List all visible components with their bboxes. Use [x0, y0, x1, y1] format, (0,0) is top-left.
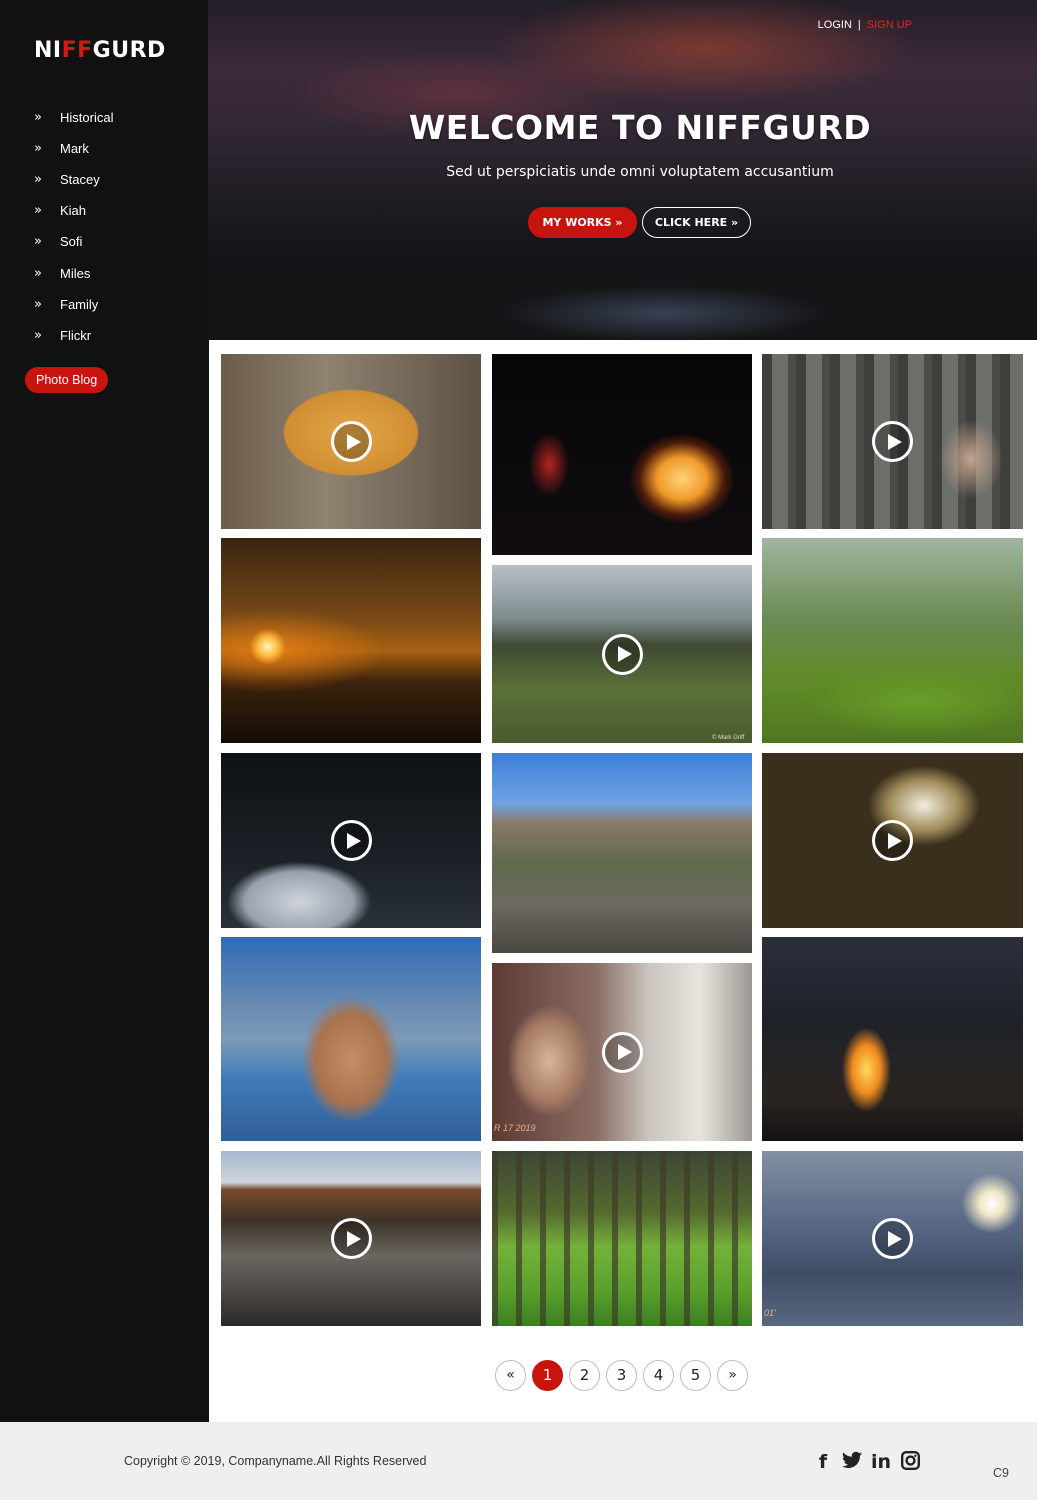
pagination-page-2[interactable]: 2: [569, 1360, 600, 1391]
logo-text-accent: FF: [61, 38, 93, 63]
double-chevron-right-icon: »: [34, 172, 42, 188]
gallery-tile[interactable]: [492, 1151, 752, 1326]
sidebar-item-label: Family: [60, 296, 99, 312]
double-chevron-right-icon: »: [34, 327, 42, 343]
photo-watermark: © Mark Griff: [712, 735, 745, 741]
hero-landscape: [208, 220, 1037, 340]
sidebar-item-label: Sofi: [60, 234, 83, 250]
gallery-tile[interactable]: © Mark Griff: [492, 565, 752, 743]
gallery-tile[interactable]: [762, 538, 1023, 743]
gallery-tile[interactable]: [762, 937, 1023, 1141]
play-icon[interactable]: [330, 421, 372, 462]
sidebar-nav: » Historical » Mark » Stacey » Kiah » Sofi » M…: [0, 102, 209, 351]
logo-text-part3: GURD: [92, 38, 166, 63]
twitter-icon-graphic: [842, 1451, 862, 1468]
photo-datestamp: 01': [764, 1308, 776, 1318]
click-here-button[interactable]: CLICK HERE »: [642, 207, 751, 238]
sidebar-item-label: Kiah: [60, 203, 87, 219]
double-chevron-right-icon: »: [34, 265, 42, 281]
facebook-icon[interactable]: f: [813, 1451, 833, 1473]
gallery-tile[interactable]: [221, 1151, 481, 1326]
sidebar-item-historical[interactable]: » Historical: [0, 102, 209, 133]
copyright-text: Copyright © 2019, Companyname.All Rights…: [124, 1454, 427, 1468]
gallery-tile[interactable]: R 17 2019: [492, 963, 752, 1141]
gallery-tile[interactable]: [221, 753, 481, 928]
play-icon[interactable]: [872, 421, 913, 462]
sidebar-item-label: Flickr: [60, 327, 92, 343]
pagination-page-1[interactable]: 1: [532, 1360, 563, 1391]
footer-code: C9: [993, 1466, 1009, 1480]
pagination-prev-button[interactable]: «: [495, 1360, 526, 1391]
gallery-tile[interactable]: [221, 937, 481, 1141]
sidebar-item-label: Mark: [60, 141, 89, 157]
gallery-tile[interactable]: [221, 354, 481, 529]
play-icon[interactable]: [872, 820, 913, 861]
pagination-next-button[interactable]: »: [717, 1360, 748, 1391]
instagram-icon-graphic: [900, 1451, 920, 1470]
pagination-page-5[interactable]: 5: [680, 1360, 711, 1391]
sidebar-item-kiah[interactable]: » Kiah: [0, 195, 209, 226]
pagination: « 1 2 3 4 5 »: [495, 1360, 748, 1391]
play-icon[interactable]: [601, 1031, 643, 1073]
auth-links: LOGIN | SIGN UP: [818, 19, 912, 31]
double-chevron-right-icon: »: [34, 141, 42, 157]
gallery-tile[interactable]: [762, 354, 1023, 529]
sidebar: NIFFGURD » Historical » Mark » Stacey » Kiah…: [0, 0, 209, 1422]
double-chevron-right-icon: »: [34, 203, 42, 219]
play-icon[interactable]: [330, 1218, 372, 1259]
social-links: f in: [813, 1451, 920, 1473]
sidebar-item-sofi[interactable]: » Sofi: [0, 226, 209, 257]
double-chevron-right-icon: »: [34, 234, 42, 250]
sidebar-item-stacey[interactable]: » Stacey: [0, 164, 209, 195]
sidebar-item-label: Stacey: [60, 172, 100, 188]
photo-blog-button[interactable]: Photo Blog: [25, 367, 109, 393]
hero-banner: LOGIN | SIGN UP WELCOME TO NIFFGURD Sed …: [208, 0, 1037, 340]
gallery-tile[interactable]: [762, 753, 1023, 928]
my-works-button[interactable]: MY WORKS »: [528, 207, 637, 238]
linkedin-icon[interactable]: in: [871, 1451, 891, 1473]
sidebar-item-label: Historical: [60, 110, 114, 126]
sidebar-item-miles[interactable]: » Miles: [0, 257, 209, 288]
site-logo[interactable]: NIFFGURD: [34, 38, 166, 63]
twitter-icon[interactable]: [842, 1451, 862, 1473]
sidebar-item-label: Miles: [60, 265, 91, 281]
pagination-page-3[interactable]: 3: [606, 1360, 637, 1391]
hero-subtitle: Sed ut perspiciatis unde omni voluptatem…: [446, 164, 834, 180]
footer: Copyright © 2019, Companyname.All Rights…: [0, 1422, 1037, 1500]
gallery-tile[interactable]: [492, 354, 752, 555]
instagram-icon[interactable]: [900, 1451, 920, 1473]
sidebar-item-flickr[interactable]: » Flickr: [0, 320, 209, 351]
pagination-page-4[interactable]: 4: [643, 1360, 674, 1391]
sidebar-item-mark[interactable]: » Mark: [0, 133, 209, 164]
gallery-tile[interactable]: [221, 538, 481, 743]
double-chevron-right-icon: »: [34, 296, 42, 312]
play-icon[interactable]: [872, 1218, 913, 1259]
logo-text-part1: NI: [34, 38, 62, 63]
photo-datestamp: R 17 2019: [494, 1123, 536, 1133]
signup-link[interactable]: SIGN UP: [867, 19, 912, 31]
gallery-tile[interactable]: 01': [762, 1151, 1023, 1326]
gallery-tile[interactable]: [492, 753, 752, 953]
page-title: WELCOME TO NIFFGURD: [408, 108, 872, 147]
auth-separator: |: [857, 19, 861, 31]
play-icon[interactable]: [601, 633, 643, 675]
sidebar-item-family[interactable]: » Family: [0, 289, 209, 320]
double-chevron-right-icon: »: [34, 110, 42, 126]
login-link[interactable]: LOGIN: [818, 19, 852, 31]
play-icon[interactable]: [330, 820, 372, 861]
